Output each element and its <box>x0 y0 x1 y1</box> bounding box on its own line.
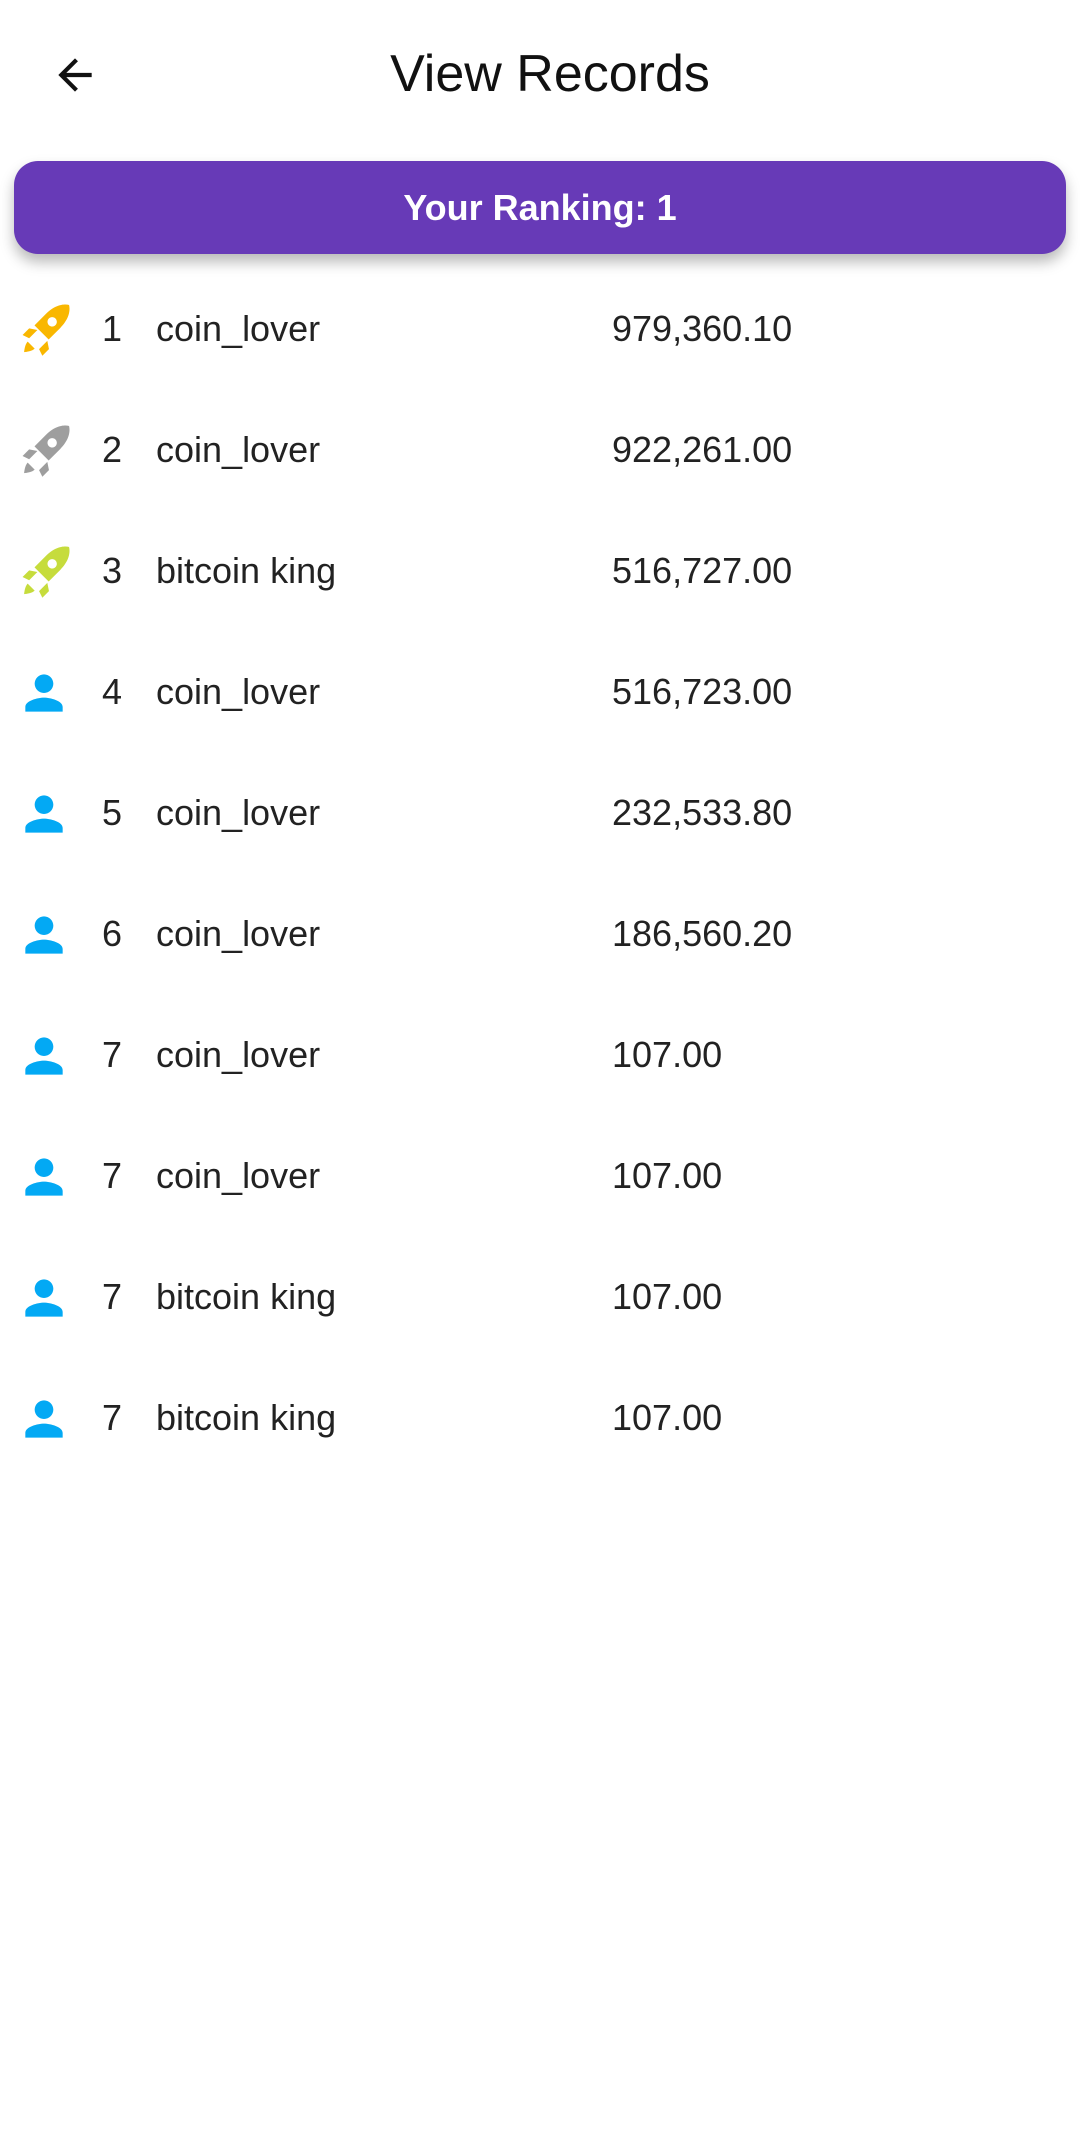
rank-number: 7 <box>102 1397 123 1438</box>
app-bar: View Records <box>0 0 1080 150</box>
rank-number: 5 <box>102 792 123 833</box>
list-item[interactable]: 7 bitcoin king 107.00 <box>0 1357 1080 1478</box>
rank-number: 4 <box>102 671 123 712</box>
person-icon <box>16 1028 72 1084</box>
player-score: 107.00 <box>612 1276 723 1317</box>
player-score: 107.00 <box>612 1155 723 1196</box>
rank-number: 2 <box>102 429 123 470</box>
ranking-text: Your Ranking: 1 <box>403 186 677 228</box>
person-icon <box>16 1391 72 1447</box>
player-score: 107.00 <box>612 1034 723 1075</box>
player-score: 979,360.10 <box>612 308 793 349</box>
list-item[interactable]: 4 coin_lover 516,723.00 <box>0 631 1080 752</box>
list-item[interactable]: 2 coin_lover 922,261.00 <box>0 389 1080 510</box>
player-name: coin_lover <box>156 913 321 954</box>
rocket-icon <box>16 544 72 600</box>
rank-number: 7 <box>102 1276 123 1317</box>
person-icon <box>16 1149 72 1205</box>
player-score: 232,533.80 <box>612 792 793 833</box>
list-item[interactable]: 3 bitcoin king 516,727.00 <box>0 510 1080 631</box>
player-score: 922,261.00 <box>612 429 793 470</box>
player-name: coin_lover <box>156 1155 321 1196</box>
page-title: View Records <box>390 45 710 103</box>
person-icon <box>16 786 72 842</box>
list-item[interactable]: 5 coin_lover 232,533.80 <box>0 752 1080 873</box>
player-score: 516,723.00 <box>612 671 793 712</box>
player-name: bitcoin king <box>156 550 337 591</box>
player-name: coin_lover <box>156 308 321 349</box>
rank-number: 1 <box>102 308 123 349</box>
person-icon <box>16 665 72 721</box>
player-name: bitcoin king <box>156 1276 337 1317</box>
list-item[interactable]: 1 coin_lover 979,360.10 <box>0 268 1080 389</box>
person-icon <box>16 907 72 963</box>
person-icon <box>16 1270 72 1326</box>
rank-number: 3 <box>102 550 123 591</box>
player-name: bitcoin king <box>156 1397 337 1438</box>
rocket-icon <box>16 423 72 479</box>
player-name: coin_lover <box>156 792 321 833</box>
player-score: 107.00 <box>612 1397 723 1438</box>
ranking-banner: Your Ranking: 1 <box>14 161 1066 254</box>
rank-number: 7 <box>102 1034 123 1075</box>
player-score: 516,727.00 <box>612 550 793 591</box>
player-name: coin_lover <box>156 1034 321 1075</box>
player-name: coin_lover <box>156 671 321 712</box>
list-item[interactable]: 7 coin_lover 107.00 <box>0 1115 1080 1236</box>
list-item[interactable]: 7 bitcoin king 107.00 <box>0 1236 1080 1357</box>
list-item[interactable]: 6 coin_lover 186,560.20 <box>0 873 1080 994</box>
player-name: coin_lover <box>156 429 321 470</box>
records-list: 1 coin_lover 979,360.10 2 coin_lover 922,261.… <box>0 268 1080 1478</box>
list-item[interactable]: 7 coin_lover 107.00 <box>0 994 1080 1115</box>
rank-number: 6 <box>102 913 123 954</box>
rank-number: 7 <box>102 1155 123 1196</box>
player-score: 186,560.20 <box>612 913 793 954</box>
rocket-icon <box>16 302 72 358</box>
